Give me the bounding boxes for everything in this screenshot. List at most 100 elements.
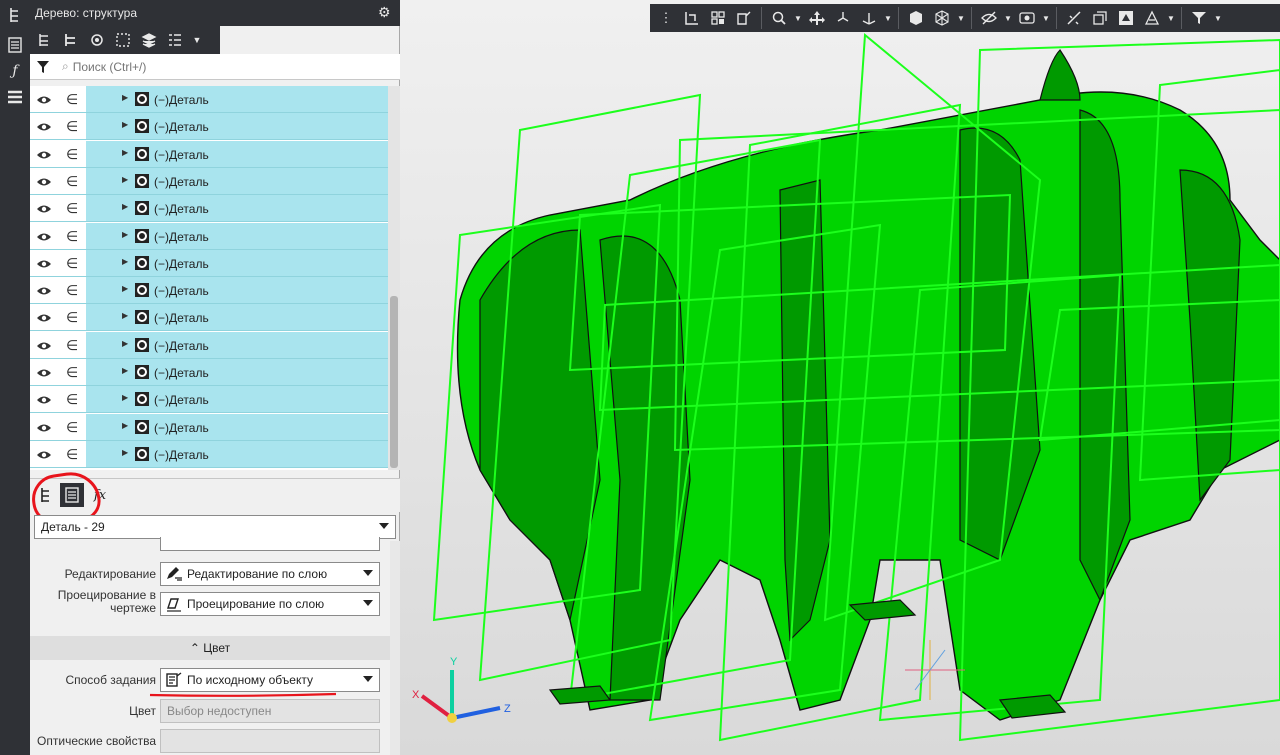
- include-icon[interactable]: ∈: [66, 391, 82, 407]
- method-select[interactable]: По исходному объекту: [160, 668, 380, 692]
- tree-row[interactable]: ∈ ▶ (−)Деталь: [30, 331, 388, 359]
- pan-icon[interactable]: [805, 7, 829, 29]
- view-mode-icon[interactable]: [86, 29, 108, 51]
- include-icon[interactable]: ∈: [66, 173, 82, 189]
- eye-icon[interactable]: [36, 256, 52, 272]
- variables-fx-icon[interactable]: ƒ: [4, 60, 26, 82]
- eye-icon[interactable]: [36, 447, 52, 463]
- expand-arrow-icon[interactable]: ▶: [122, 366, 128, 375]
- include-icon[interactable]: ∈: [66, 91, 82, 107]
- color-display-icon[interactable]: [1114, 7, 1138, 29]
- tree-row[interactable]: ∈ ▶ (−)Деталь: [30, 277, 388, 305]
- filter-icon[interactable]: [1187, 7, 1211, 29]
- include-icon[interactable]: ∈: [66, 364, 82, 380]
- expand-arrow-icon[interactable]: ▶: [122, 230, 128, 239]
- chevron-down-icon[interactable]: ▼: [883, 7, 893, 29]
- chevron-down-icon[interactable]: ▼: [1003, 7, 1013, 29]
- shaded-view-icon[interactable]: [904, 7, 928, 29]
- sketch-icon[interactable]: [680, 7, 704, 29]
- 3d-model[interactable]: Y Z X: [400, 0, 1280, 755]
- model-viewport[interactable]: Y Z X ⋮ ▼ ▼ ▼ ▼ ▼ ▼ ▼: [400, 0, 1280, 755]
- expand-arrow-icon[interactable]: ▶: [122, 448, 128, 457]
- tree-row[interactable]: ∈ ▶ (−)Деталь: [30, 304, 388, 332]
- include-icon[interactable]: ∈: [66, 200, 82, 216]
- tree-row[interactable]: ∈ ▶ (−)Деталь: [30, 359, 388, 386]
- include-icon[interactable]: ∈: [66, 146, 82, 162]
- eye-icon[interactable]: [36, 365, 52, 381]
- orientation-icon[interactable]: [857, 7, 881, 29]
- chevron-down-icon[interactable]: ▼: [1213, 7, 1223, 29]
- tree-row[interactable]: ∈ ▶ (−)Деталь: [30, 222, 388, 250]
- eye-icon[interactable]: [36, 283, 52, 299]
- expand-arrow-icon[interactable]: ▶: [122, 284, 128, 293]
- visibility-icon[interactable]: [1015, 7, 1039, 29]
- grid-icon[interactable]: [706, 7, 730, 29]
- eye-icon[interactable]: [36, 174, 52, 190]
- expand-arrow-icon[interactable]: ▶: [122, 311, 128, 320]
- tree-row[interactable]: ∈ ▶ (−)Деталь: [30, 86, 388, 113]
- tree-row[interactable]: ∈ ▶ (−)Деталь: [30, 386, 388, 414]
- layers-stack-icon[interactable]: [138, 29, 160, 51]
- projection-select[interactable]: Проецирование по слою: [160, 592, 380, 616]
- zoom-icon[interactable]: [767, 7, 791, 29]
- tree-scrollbar[interactable]: [388, 86, 400, 470]
- tree-row[interactable]: ∈ ▶ (−)Деталь: [30, 440, 388, 468]
- eye-icon[interactable]: [36, 310, 52, 326]
- expand-arrow-icon[interactable]: ▶: [122, 175, 128, 184]
- properties-scrollbar[interactable]: [390, 541, 400, 755]
- expand-arrow-icon[interactable]: ▶: [122, 257, 128, 266]
- tree-row[interactable]: ∈ ▶ (−)Деталь: [30, 195, 388, 223]
- layers-icon[interactable]: [4, 86, 26, 108]
- structure-tree-icon[interactable]: [34, 29, 56, 51]
- include-icon[interactable]: ∈: [66, 446, 82, 462]
- properties-panel-icon[interactable]: [4, 34, 26, 56]
- search-input[interactable]: [68, 55, 369, 78]
- tree-options-icon[interactable]: [164, 29, 186, 51]
- tree-row[interactable]: ∈ ▶ (−)Деталь: [30, 167, 388, 195]
- tree-panel-icon[interactable]: [4, 4, 26, 26]
- include-icon[interactable]: ∈: [66, 118, 82, 134]
- eye-icon[interactable]: [36, 338, 52, 354]
- include-icon[interactable]: ∈: [66, 255, 82, 271]
- wireframe-view-icon[interactable]: [930, 7, 954, 29]
- eye-icon[interactable]: [36, 92, 52, 108]
- tree-row[interactable]: ∈ ▶ (−)Деталь: [30, 413, 388, 441]
- tree-row[interactable]: ∈ ▶ (−)Деталь: [30, 113, 388, 141]
- chevron-down-icon[interactable]: ▼: [190, 29, 204, 51]
- hide-icon[interactable]: [977, 7, 1001, 29]
- chevron-down-icon[interactable]: ▼: [1166, 7, 1176, 29]
- expand-arrow-icon[interactable]: ▶: [122, 93, 128, 102]
- expand-arrow-icon[interactable]: ▶: [122, 421, 128, 430]
- chevron-down-icon[interactable]: ▼: [1041, 7, 1051, 29]
- rotate-icon[interactable]: [831, 7, 855, 29]
- section-view-icon[interactable]: [1088, 7, 1112, 29]
- filter-icon[interactable]: [30, 54, 56, 80]
- eye-icon[interactable]: [36, 201, 52, 217]
- expand-arrow-icon[interactable]: ▶: [122, 339, 128, 348]
- build-tree-icon[interactable]: [60, 29, 82, 51]
- eye-icon[interactable]: [36, 229, 52, 245]
- eye-icon[interactable]: [36, 147, 52, 163]
- include-icon[interactable]: ∈: [66, 282, 82, 298]
- tree-row[interactable]: ∈ ▶ (−)Деталь: [30, 249, 388, 277]
- expand-arrow-icon[interactable]: ▶: [122, 393, 128, 402]
- constraints-icon[interactable]: [1062, 7, 1086, 29]
- eye-icon[interactable]: [36, 420, 52, 436]
- include-icon[interactable]: ∈: [66, 309, 82, 325]
- eye-icon[interactable]: [36, 119, 52, 135]
- tree-scrollbar-thumb[interactable]: [390, 296, 398, 468]
- include-icon[interactable]: ∈: [66, 228, 82, 244]
- color-section-header[interactable]: ⌃ Цвет: [30, 636, 390, 660]
- select-frame-icon[interactable]: [112, 29, 134, 51]
- include-icon[interactable]: ∈: [66, 337, 82, 353]
- normal-view-icon[interactable]: [732, 7, 756, 29]
- chevron-down-icon[interactable]: ▼: [956, 7, 966, 29]
- render-icon[interactable]: [1140, 7, 1164, 29]
- expand-arrow-icon[interactable]: ▶: [122, 202, 128, 211]
- editing-select[interactable]: Редактирование по слою: [160, 562, 380, 586]
- include-icon[interactable]: ∈: [66, 419, 82, 435]
- eye-icon[interactable]: [36, 392, 52, 408]
- expand-arrow-icon[interactable]: ▶: [122, 148, 128, 157]
- gear-icon[interactable]: ⚙: [378, 4, 394, 20]
- object-select[interactable]: Деталь - 29: [34, 515, 396, 539]
